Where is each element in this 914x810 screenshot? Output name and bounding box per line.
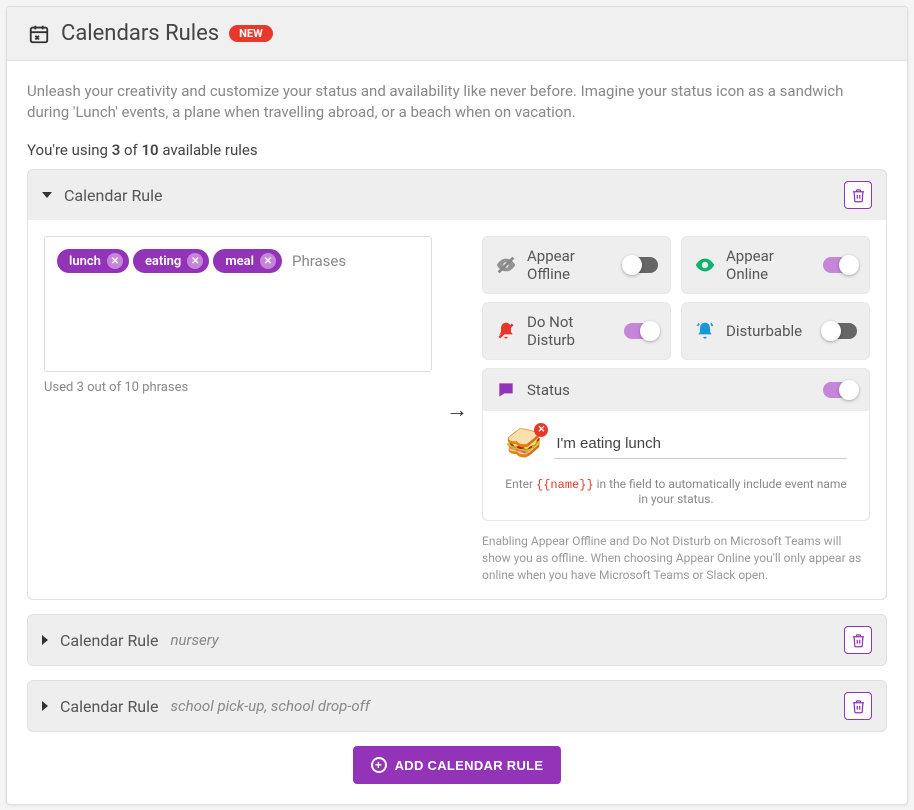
- bell-icon: [694, 320, 716, 342]
- phrase-chip: eating ✕: [133, 249, 209, 273]
- status-text-input[interactable]: [554, 429, 847, 459]
- card-body: Unleash your creativity and customize yo…: [7, 61, 907, 804]
- expand-icon: [42, 701, 48, 711]
- toggle-label: Disturbable: [726, 322, 813, 340]
- phrase-chip: meal ✕: [213, 249, 282, 273]
- card-header: Calendars Rules NEW: [7, 7, 907, 61]
- rule-title: Calendar Rule: [60, 631, 159, 650]
- rule-header[interactable]: Calendar Rule school pick-up, school dro…: [28, 681, 886, 731]
- plus-circle-icon: +: [371, 757, 387, 773]
- rule-header[interactable]: Calendar Rule nursery: [28, 615, 886, 665]
- toggle-label: Do Not Disturb: [527, 313, 614, 349]
- collapse-icon: [42, 192, 52, 198]
- rule-header[interactable]: Calendar Rule: [28, 170, 886, 220]
- dnd-switch[interactable]: [624, 323, 658, 339]
- eye-off-icon: [495, 254, 517, 276]
- toggle-label: Appear Online: [726, 247, 813, 283]
- phrases-column: lunch ✕ eating ✕ meal ✕ Phrases: [44, 236, 432, 583]
- toggle-label: Appear Offline: [527, 247, 614, 283]
- phrases-input[interactable]: lunch ✕ eating ✕ meal ✕ Phrases: [44, 236, 432, 372]
- add-button-label: ADD CALENDAR RULE: [395, 758, 544, 773]
- eye-icon: [694, 254, 716, 276]
- status-panel: Status 🥪 ✕: [482, 368, 870, 521]
- new-badge: NEW: [229, 25, 273, 42]
- status-hint: Enter {{name}} in the field to automatic…: [505, 477, 847, 506]
- remove-phrase-button[interactable]: ✕: [187, 253, 203, 269]
- delete-rule-button[interactable]: [844, 181, 872, 209]
- rule-subtitle: school pick-up, school drop-off: [171, 697, 370, 715]
- calendars-rules-card: Calendars Rules NEW Unleash your creativ…: [6, 6, 908, 805]
- appear-offline-toggle-card: Appear Offline: [482, 236, 671, 294]
- status-emoji-picker[interactable]: 🥪 ✕: [505, 429, 542, 459]
- calendar-rule-panel: Calendar Rule nursery: [27, 614, 887, 666]
- remove-phrase-button[interactable]: ✕: [107, 253, 123, 269]
- expand-icon: [42, 635, 48, 645]
- intro-text: Unleash your creativity and customize yo…: [27, 81, 887, 123]
- rule-body: lunch ✕ eating ✕ meal ✕ Phrases: [28, 220, 886, 599]
- disturbable-toggle-card: Disturbable: [681, 302, 870, 360]
- usage-text: You're using 3 of 10 available rules: [27, 141, 887, 159]
- appear-online-toggle-card: Appear Online: [681, 236, 870, 294]
- calendar-icon: [27, 22, 51, 46]
- toggles-column: Appear Offline Appear Online: [482, 236, 870, 583]
- calendar-rule-panel: Calendar Rule school pick-up, school dro…: [27, 680, 887, 732]
- delete-rule-button[interactable]: [844, 692, 872, 720]
- calendar-rule-panel: Calendar Rule lunch ✕ eating ✕: [27, 169, 887, 600]
- appear-online-switch[interactable]: [823, 257, 857, 273]
- chat-icon: [495, 379, 517, 401]
- disturbable-switch[interactable]: [823, 323, 857, 339]
- rule-title: Calendar Rule: [60, 697, 159, 716]
- status-switch[interactable]: [823, 382, 857, 398]
- appear-offline-switch[interactable]: [624, 257, 658, 273]
- phrase-chip: lunch ✕: [57, 249, 129, 273]
- remove-phrase-button[interactable]: ✕: [260, 253, 276, 269]
- rule-title: Calendar Rule: [64, 186, 163, 205]
- arrow-icon: →: [432, 236, 482, 583]
- rule-subtitle: nursery: [171, 631, 219, 649]
- clear-emoji-button[interactable]: ✕: [534, 423, 548, 437]
- toggles-footnote: Enabling Appear Offline and Do Not Distu…: [482, 533, 870, 583]
- phrases-placeholder: Phrases: [292, 252, 346, 270]
- status-label: Status: [527, 381, 813, 399]
- bell-off-icon: [495, 320, 517, 342]
- dnd-toggle-card: Do Not Disturb: [482, 302, 671, 360]
- phrases-usage-text: Used 3 out of 10 phrases: [44, 380, 432, 395]
- page-title: Calendars Rules: [61, 21, 219, 46]
- delete-rule-button[interactable]: [844, 626, 872, 654]
- add-calendar-rule-button[interactable]: + ADD CALENDAR RULE: [353, 746, 562, 784]
